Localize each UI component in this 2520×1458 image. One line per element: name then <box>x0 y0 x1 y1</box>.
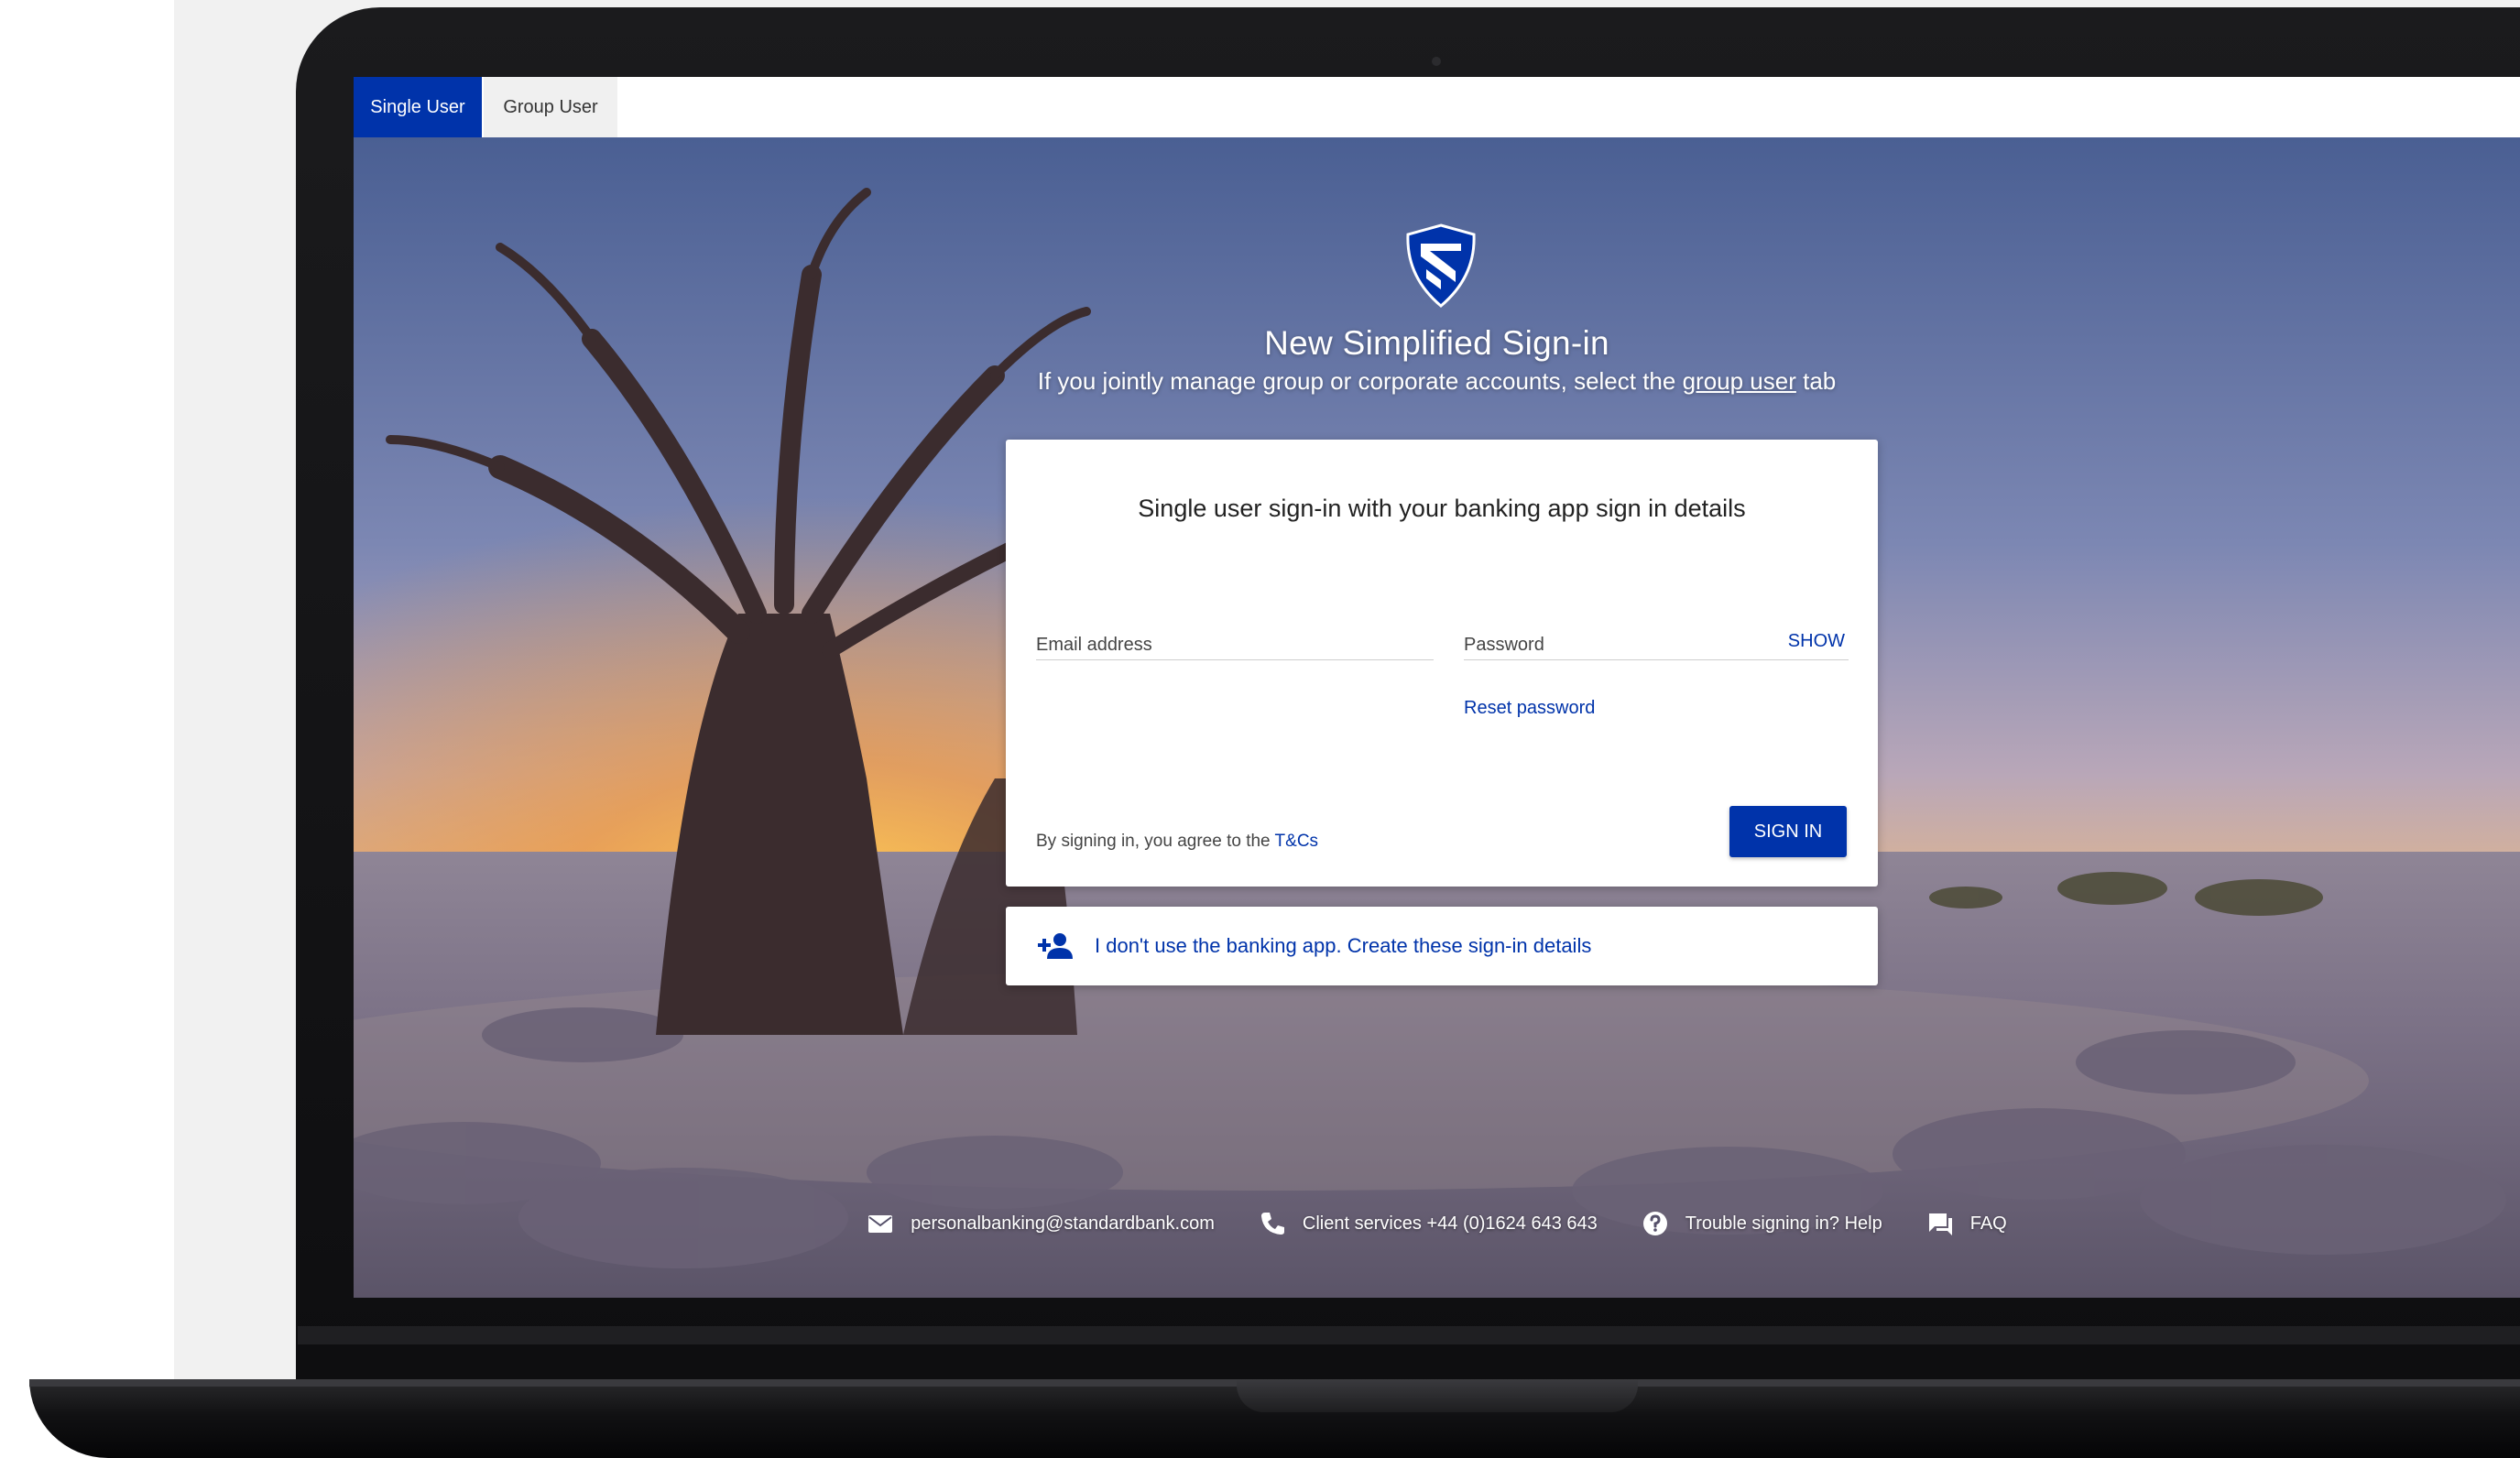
footer-help[interactable]: Trouble signing in? Help <box>1642 1210 1882 1237</box>
group-user-link[interactable]: group user <box>1683 367 1796 395</box>
user-type-tabbar: Single User Group User <box>354 77 2520 137</box>
subtitle-text-end: tab <box>1795 367 1837 395</box>
page-subtitle: If you jointly manage group or corporate… <box>354 367 2520 396</box>
reset-password-link[interactable]: Reset password <box>1464 698 1595 719</box>
subtitle-text: If you jointly manage group or corporate… <box>1037 367 1683 395</box>
signin-card: Single user sign-in with your banking ap… <box>1006 440 1878 887</box>
stage: Single User Group User New Simplified Si… <box>0 0 2520 1458</box>
footer-phone-text: Client services +44 (0)1624 643 643 <box>1302 1213 1598 1234</box>
footer-faq-text: FAQ <box>1969 1213 2007 1234</box>
sign-in-button[interactable]: SIGN IN <box>1729 806 1847 857</box>
signin-card-title: Single user sign-in with your banking ap… <box>1138 495 1746 522</box>
terms-link[interactable]: T&Cs <box>1275 832 1319 851</box>
laptop-screen: Single User Group User New Simplified Si… <box>354 77 2520 1298</box>
chat-icon <box>1928 1213 1952 1235</box>
phone-icon <box>1260 1213 1284 1235</box>
standard-bank-logo <box>1406 223 1476 308</box>
tab-single-user[interactable]: Single User <box>354 77 482 137</box>
footer-phone[interactable]: Client services +44 (0)1624 643 643 <box>1259 1210 1598 1237</box>
tab-group-user[interactable]: Group User <box>484 77 617 137</box>
mail-icon <box>868 1215 893 1233</box>
camera-dot <box>1432 57 1441 66</box>
footer-email[interactable]: personalbanking@standardbank.com <box>867 1210 1215 1237</box>
password-field-wrapper: SHOW <box>1464 618 1849 660</box>
laptop-hinge-notch <box>1237 1379 1638 1412</box>
add-user-icon <box>1038 933 1073 959</box>
create-details-card[interactable]: I don't use the banking app. Create thes… <box>1006 907 1878 985</box>
help-circle-icon <box>1642 1212 1667 1235</box>
bezel-bottom-strip <box>298 1326 2520 1344</box>
email-field-wrapper <box>1036 618 1434 660</box>
page-title: New Simplified Sign-in <box>1264 324 1609 362</box>
footer-email-text: personalbanking@standardbank.com <box>911 1213 1215 1234</box>
footer-faq[interactable]: FAQ <box>1926 1210 2007 1237</box>
show-password-button[interactable]: SHOW <box>1788 631 1845 652</box>
create-details-link[interactable]: I don't use the banking app. Create thes… <box>1095 934 1591 958</box>
email-input[interactable] <box>1036 618 1434 658</box>
footer: personalbanking@standardbank.com Client … <box>354 1205 2520 1242</box>
terms-prefix: By signing in, you agree to the <box>1036 832 1275 851</box>
footer-help-text: Trouble signing in? Help <box>1685 1213 1882 1234</box>
terms-notice: By signing in, you agree to the T&Cs <box>1036 832 1318 852</box>
